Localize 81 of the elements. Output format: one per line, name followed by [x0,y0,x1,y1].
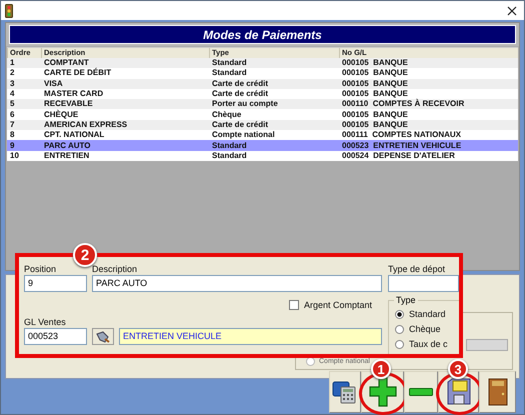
radio-button[interactable] [395,324,404,334]
table-row[interactable]: 2 CARTE DE DÉBIT Standard 000105 BANQUE [7,68,518,79]
toolbar-button[interactable] [329,371,361,413]
table-cell-text: 5 [9,99,16,110]
option-label: Chèque [409,324,441,334]
table-cell-text: 8 [9,130,16,140]
table-cell-text: Carte de crédit [211,89,270,100]
table-cell-text: Standard [211,150,248,161]
table-cell-text: Chèque [211,110,242,120]
door-icon [488,378,508,406]
table-cell-text: 000105 BANQUE [341,78,409,89]
table-cell-text: 3 [9,78,16,89]
table-row[interactable]: 10 ENTRETIEN Standard 000524 DEPENSE D'ATELIER [7,150,518,161]
table-cell-text: CARTE DE DÉBIT [43,68,112,78]
table-cell-text: 000105 BANQUE [341,89,409,100]
input-field[interactable]: ENTRETIEN VEHICULE [119,328,382,345]
lookup-button[interactable] [92,328,114,345]
table-row[interactable]: 8 CPT. NATIONAL Compte national 000111 COMPTES NATIONAUX [7,130,518,140]
table-cell-text: 000111 COMPTES NATIONAUX [341,130,462,140]
table-cell-text: PARC AUTO [43,140,92,151]
plus-icon [368,377,396,407]
calculator-card-icon [332,380,358,404]
toolbar-button[interactable] [479,371,516,413]
table-row[interactable]: 7 AMERICAN EXPRESS Carte de crédit 000105 BANQUE [7,120,518,130]
table-cell-text: 000524 DEPENSE D'ATELIER [341,150,456,161]
table-cell-text: VISA [43,78,64,89]
table-cell-text: Standard [211,68,248,78]
field-label: Type de dépot [388,263,446,275]
table-cell-text: Standard [211,140,248,151]
table-cell-text: 7 [9,120,16,130]
table-row[interactable]: 4 MASTER CARD Carte de crédit 000105 BANQUE [7,88,518,100]
checkbox[interactable] [288,300,299,310]
table-cell-text: Carte de crédit [211,78,270,89]
radio-button[interactable] [395,340,404,348]
table-cell-text: 000523 ENTRETIEN VEHICULE [341,140,462,151]
table-cell-text: COMPTANT [43,58,90,68]
callout-number: 2 [73,243,97,267]
traffic-light-icon [5,4,13,18]
table-row[interactable]: 1 COMPTANT Standard 000105 BANQUE [7,58,518,68]
table-cell-text: 000105 BANQUE [341,110,409,120]
checkbox-label: Argent Comptant [304,300,372,310]
toolbar-button[interactable] [404,371,438,413]
table-row[interactable]: 5 RECEVABLE Porter au compte 000110 COMPTES À RECEVOIR [7,99,518,110]
group-title: Type [394,295,418,306]
table-cell-text: Compte national [211,130,276,140]
table-cell-text: 10 [9,150,20,161]
table-cell-text: 000110 COMPTES À RECEVOIR [341,99,466,110]
table-cell-text: RECEVABLE [43,99,94,110]
table-cell-text: 000105 BANQUE [341,58,409,68]
input-field[interactable]: PARC AUTO [92,275,382,292]
input-field[interactable]: 9 [24,275,87,292]
input-field[interactable]: 000523 [24,328,87,345]
table-cell-text: Standard [211,58,248,68]
input-field[interactable] [466,339,508,351]
field-label: Position [24,263,58,275]
table-row[interactable]: 3 VISA Carte de crédit 000105 BANQUE [7,78,518,89]
option-label: Standard [409,309,446,319]
table-cell-text: MASTER CARD [43,89,104,100]
table-cell-text: AMERICAN EXPRESS [43,120,128,130]
table-cell-text: 6 [9,110,16,120]
table-cell-text: 000105 BANQUE [341,120,409,130]
table-cell-text: CHÈQUE [43,110,80,120]
table-cell-text: 2 [9,68,16,78]
header-title: Modes de Paiements [9,25,516,44]
table-cell-text: 9 [9,140,16,151]
minus-icon [409,388,433,396]
table-cell-text: Carte de crédit [211,120,270,130]
table-row[interactable]: 6 CHÈQUE Chèque 000105 BANQUE [7,109,518,120]
table-cell-text: ENTRETIEN [43,150,90,161]
input-field[interactable] [388,275,459,292]
table-cell-text: Porter au compte [211,99,279,110]
table-row[interactable]: 9 PARC AUTO Standard 000523 ENTRETIEN VEHICULE [7,140,518,151]
field-label: GL Ventes [24,316,67,328]
table-cell-text: CPT. NATIONAL [43,130,106,140]
close-icon[interactable] [507,6,517,16]
flashlight-icon [96,330,110,342]
table-cell-text: 4 [9,89,16,100]
table-cell-text: 000105 BANQUE [341,68,409,78]
table-cell-text: 1 [9,58,16,68]
radio-button[interactable] [395,310,404,318]
option-label: Taux de c [409,339,448,349]
